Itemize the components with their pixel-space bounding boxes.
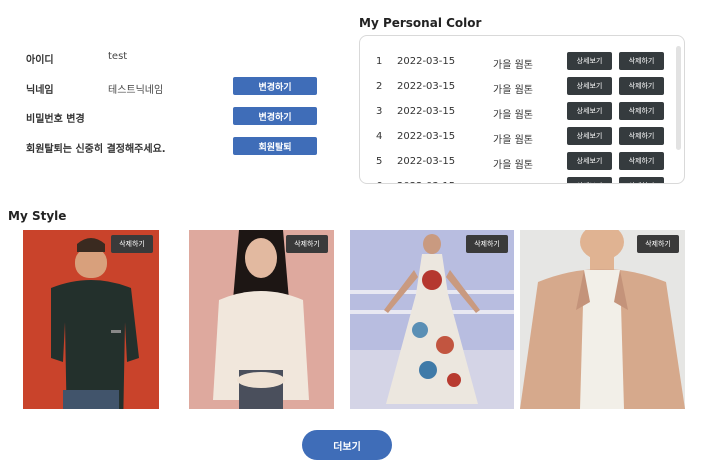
delete-button[interactable]: 삭제하기 — [619, 52, 664, 70]
id-value: test — [108, 51, 128, 62]
change-nickname-button[interactable]: 변경하기 — [233, 77, 317, 95]
id-label: 아이디 — [26, 55, 54, 66]
delete-button[interactable]: 삭제하기 — [619, 77, 664, 95]
password-label: 비밀번호 변경 — [26, 114, 85, 125]
change-password-button[interactable]: 변경하기 — [233, 107, 317, 125]
row-number: 2 — [376, 81, 383, 92]
delete-button[interactable]: 삭제하기 — [619, 127, 664, 145]
delete-button[interactable]: 삭제하기 — [619, 152, 664, 170]
detail-button[interactable]: 상세보기 — [567, 152, 612, 170]
row-number: 4 — [376, 131, 383, 142]
row-number: 1 — [376, 56, 383, 67]
withdraw-button[interactable]: 회원탈퇴 — [233, 137, 317, 155]
row-color-type: 가을 웜톤 — [493, 85, 533, 96]
list-item: 2 2022-03-15 가을 웜톤 상세보기 삭제하기 — [360, 77, 680, 97]
withdraw-label: 회원탈퇴는 신중히 결정해주세요. — [26, 144, 166, 155]
detail-button[interactable]: 상세보기 — [567, 127, 612, 145]
row-color-type: 가을 웜톤 — [493, 110, 533, 121]
nickname-value: 테스트닉네임 — [108, 85, 164, 96]
row-number: 5 — [376, 156, 383, 167]
row-date: 2022-03-15 — [397, 56, 456, 67]
my-style-title: My Style — [8, 209, 67, 223]
row-color-type: 가을 웜톤 — [493, 160, 533, 171]
nickname-label: 닉네임 — [26, 85, 54, 96]
delete-button[interactable]: 삭제하기 — [637, 235, 679, 253]
style-card[interactable]: 삭제하기 — [23, 230, 159, 409]
row-date: 2022-03-15 — [397, 81, 456, 92]
list-item: 1 2022-03-15 가을 웜톤 상세보기 삭제하기 — [360, 52, 680, 72]
style-card[interactable]: 삭제하기 — [350, 230, 514, 409]
style-photo — [520, 230, 685, 409]
style-card[interactable]: 삭제하기 — [189, 230, 334, 409]
row-date: 2022-03-15 — [397, 156, 456, 167]
detail-button[interactable]: 상세보기 — [567, 77, 612, 95]
row-color-type: 가을 웜톤 — [493, 135, 533, 146]
load-more-button[interactable]: 더보기 — [302, 430, 392, 460]
row-color-type: 가을 웜톤 — [493, 181, 533, 183]
row-color-type: 가을 웜톤 — [493, 60, 533, 71]
delete-button[interactable]: 삭제하기 — [111, 235, 153, 253]
personal-color-list[interactable]: 1 2022-03-15 가을 웜톤 상세보기 삭제하기 2 2022-03-1… — [359, 35, 685, 184]
style-photo — [189, 230, 334, 409]
delete-button[interactable]: 삭제하기 — [619, 102, 664, 120]
style-card[interactable]: 삭제하기 — [520, 230, 685, 409]
delete-button[interactable]: 삭제하기 — [466, 235, 508, 253]
row-date: 2022-03-15 — [397, 131, 456, 142]
detail-button[interactable]: 상세보기 — [567, 52, 612, 70]
delete-button[interactable]: 삭제하기 — [286, 235, 328, 253]
list-item: 6 2022-03-15 가을 웜톤 상세보기 삭제하기 — [360, 177, 680, 183]
row-number: 6 — [376, 181, 382, 183]
list-item: 5 2022-03-15 가을 웜톤 상세보기 삭제하기 — [360, 152, 680, 172]
style-photo — [23, 230, 159, 409]
delete-button[interactable]: 삭제하기 — [619, 177, 664, 183]
row-date: 2022-03-15 — [397, 106, 456, 117]
list-item: 3 2022-03-15 가을 웜톤 상세보기 삭제하기 — [360, 102, 680, 122]
row-number: 3 — [376, 106, 383, 117]
personal-color-title: My Personal Color — [359, 16, 482, 30]
list-item: 4 2022-03-15 가을 웜톤 상세보기 삭제하기 — [360, 127, 680, 147]
detail-button[interactable]: 상세보기 — [567, 102, 612, 120]
row-date: 2022-03-15 — [397, 181, 455, 183]
style-photo — [350, 230, 514, 409]
detail-button[interactable]: 상세보기 — [567, 177, 612, 183]
